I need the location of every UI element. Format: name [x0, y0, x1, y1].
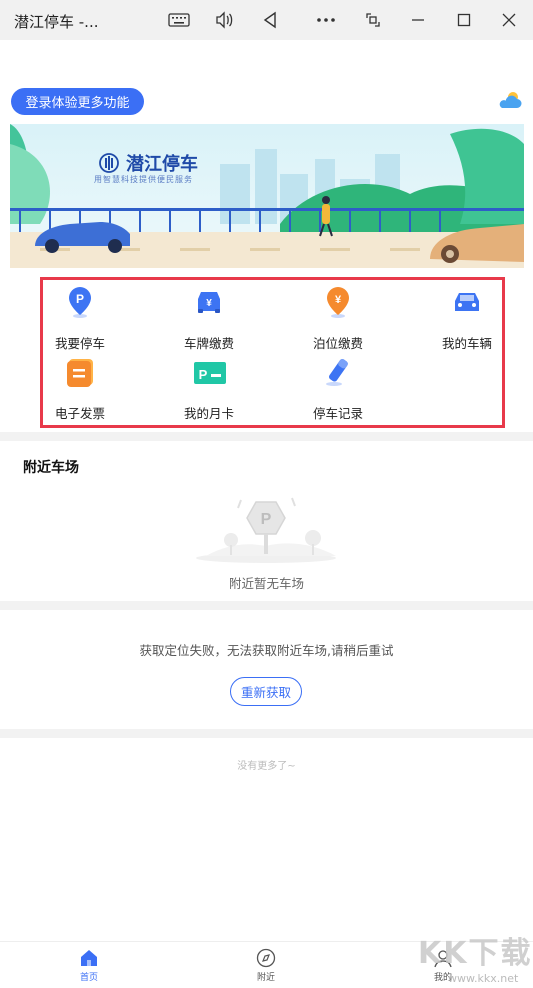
nearby-title: 附近车场 [23, 460, 79, 476]
func-label: 我的月卡 [184, 406, 235, 421]
nav-nearby[interactable]: 附近 [246, 948, 286, 988]
func-label: 我要停车 [55, 336, 106, 351]
location-fail-text: 获取定位失败，无法获取附近车场,请稍后重试 [139, 643, 394, 658]
func-label: 停车记录 [313, 406, 364, 421]
empty-parking-illustration: P [196, 497, 336, 563]
func-plate-pay[interactable]: ¥ 车牌缴费 [177, 285, 257, 351]
func-label: 泊位缴费 [313, 336, 364, 351]
retry-button[interactable]: 重新获取 [230, 677, 302, 706]
svg-text:¥: ¥ [335, 294, 342, 306]
svg-text:P: P [199, 367, 208, 382]
login-button[interactable]: 登录体验更多功能 [11, 88, 144, 115]
watermark-logo: KK下载 [418, 936, 533, 971]
nav-label: 附近 [256, 973, 275, 983]
monthly-card-icon: P [194, 362, 226, 384]
nav-label: 首页 [79, 973, 98, 983]
keyboard-icon[interactable] [164, 6, 194, 34]
nav-home[interactable]: 首页 [69, 948, 109, 988]
banner-brand: 潜江停车 [98, 150, 198, 176]
volume-icon[interactable] [209, 6, 239, 34]
record-pen-icon [326, 359, 348, 386]
watermark: KK下载 www.kkx.net [418, 928, 533, 988]
banner-illustration [10, 124, 524, 268]
window-titlebar: 潜江停车 -... [0, 0, 533, 40]
invoice-icon [67, 359, 93, 387]
promo-banner[interactable]: 潜江停车 用智慧科技提供便民服务 [10, 124, 524, 268]
func-label: 电子发票 [55, 406, 106, 421]
no-more-text: 没有更多了~ [237, 761, 296, 772]
banner-brand-name: 潜江停车 [126, 154, 198, 175]
compass-icon [256, 948, 276, 968]
car-yuan-icon: ¥ [198, 292, 220, 313]
cloud-sun-icon[interactable] [497, 90, 523, 110]
func-parking-record[interactable]: 停车记录 [306, 355, 386, 421]
car-icon [455, 293, 479, 311]
window-title: 潜江停车 -... [14, 13, 99, 31]
func-park[interactable]: P 我要停车 [48, 285, 128, 351]
func-e-invoice[interactable]: 电子发票 [48, 355, 128, 421]
svg-text:P: P [261, 511, 272, 528]
func-label: 车牌缴费 [184, 336, 235, 351]
func-my-vehicle[interactable]: 我的车辆 [435, 285, 515, 351]
back-triangle-icon[interactable] [255, 6, 285, 34]
section-divider [0, 432, 533, 441]
minimize-icon[interactable] [403, 6, 433, 34]
svg-text:P: P [76, 292, 84, 306]
brand-logo-icon [99, 153, 119, 173]
maximize-icon[interactable] [449, 6, 479, 34]
func-berth-pay[interactable]: ¥ 泊位缴费 [306, 285, 386, 351]
nearby-empty-text: 附近暂无车场 [228, 576, 304, 591]
yuan-pin-icon: ¥ [327, 287, 349, 318]
close-icon[interactable] [494, 6, 524, 34]
shrink-window-icon[interactable] [358, 6, 388, 34]
banner-tagline: 用智慧科技提供便民服务 [94, 175, 193, 184]
func-label: 我的车辆 [442, 336, 493, 351]
section-divider [0, 729, 533, 738]
section-divider [0, 601, 533, 610]
parking-pin-icon: P [69, 287, 91, 318]
func-monthly-card[interactable]: P 我的月卡 [177, 355, 257, 421]
home-icon [81, 950, 97, 966]
watermark-url: www.kkx.net [448, 972, 519, 985]
more-icon[interactable] [311, 6, 341, 34]
function-grid: P 我要停车 ¥ 车牌缴费 ¥ 泊位缴费 我的车辆 电子发票 P 我的月卡 停车… [40, 277, 505, 428]
svg-text:¥: ¥ [206, 298, 212, 309]
